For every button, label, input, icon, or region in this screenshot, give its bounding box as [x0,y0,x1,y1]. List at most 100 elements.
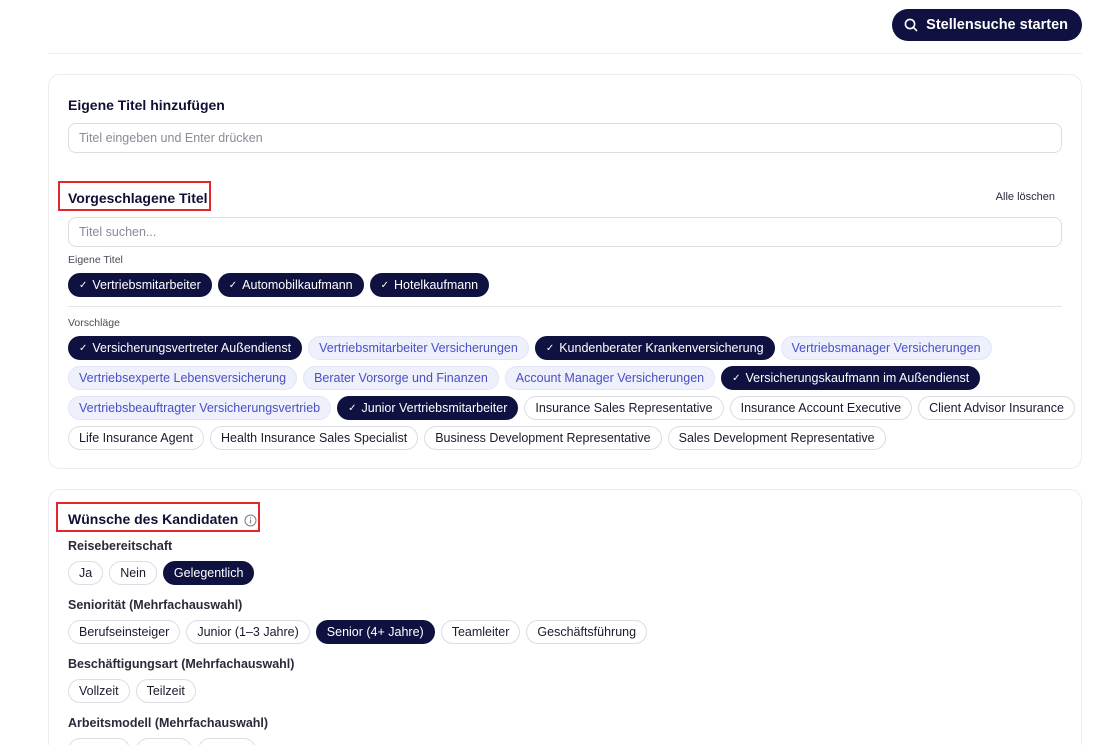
option-label: Vollzeit [79,684,119,698]
divider [68,306,1062,307]
suggestions-label: Vorschläge [68,317,120,329]
title-chip[interactable]: Account Manager Versicherungen [504,366,716,390]
title-chip[interactable]: Vertriebsbeauftragter Versicherungsvertr… [68,396,332,420]
check-icon: ✓ [380,279,390,291]
seniority-option[interactable]: Senior (4+ Jahre) [315,620,435,644]
work-model-options [68,738,256,745]
chip-label: Vertriebsmanager Versicherungen [791,341,981,355]
chip-label: Vertriebsbeauftragter Versicherungsvertr… [79,401,321,415]
option-label: Gelegentlich [173,566,244,580]
work-model-option[interactable] [136,738,192,745]
travel-options: Ja Nein Gelegentlich [68,561,255,585]
option-label: Junior (1–3 Jahre) [197,625,299,639]
chip-row: Life Insurance Agent Health Insurance Sal… [68,426,1075,450]
option-label: Berufseinsteiger [79,625,170,639]
info-icon[interactable] [244,514,257,527]
check-icon: ✓ [348,402,357,414]
check-icon: ✓ [228,279,238,291]
employment-option[interactable]: Teilzeit [135,679,196,703]
title-chip[interactable]: Berater Vorsorge und Finanzen [303,366,499,390]
seniority-label: Seniorität (Mehrfachauswahl) [68,598,243,612]
employment-option[interactable]: Vollzeit [68,679,130,703]
title-chip[interactable]: Sales Development Representative [667,426,886,450]
title-chip[interactable]: Insurance Account Executive [729,396,913,420]
check-icon: ✓ [732,372,741,384]
seniority-option[interactable]: Berufseinsteiger [68,620,181,644]
title-chip[interactable]: Insurance Sales Representative [524,396,724,420]
employment-options: Vollzeit Teilzeit [68,679,196,703]
option-label: Teamleiter [451,625,510,639]
chip-row: ✓ Versicherungsvertreter Außendienst Vertr… [68,336,1075,360]
own-titles-label: Eigene Titel [68,254,123,266]
candidate-heading-text: Wünsche des Kandidaten [68,511,239,527]
chip-label: Business Development Representative [435,431,651,445]
chip-label: Vertriebsexperte Lebensversicherung [79,371,287,385]
chip-label: Versicherungsvertreter Außendienst [92,341,292,355]
travel-option[interactable]: Nein [109,561,157,585]
candidate-preferences-card: Wünsche des Kandidaten Reisebereitschaft… [48,489,1082,745]
clear-all-link[interactable]: Alle löschen [996,191,1055,203]
seniority-option[interactable]: Teamleiter [440,620,521,644]
employment-label: Beschäftigungsart (Mehrfachauswahl) [68,657,295,671]
chip-label: Junior Vertriebsmitarbeiter [361,401,508,415]
option-label: Senior (4+ Jahre) [326,625,424,639]
travel-option[interactable]: Ja [68,561,104,585]
title-chip[interactable]: ✓ Versicherungsvertreter Außendienst [68,336,303,360]
check-icon: ✓ [79,342,88,354]
title-chip[interactable]: Business Development Representative [424,426,662,450]
option-label: Nein [120,566,146,580]
option-label: Ja [79,566,93,580]
chip-label: Health Insurance Sales Specialist [220,431,408,445]
title-chip[interactable]: ✓ Junior Vertriebsmitarbeiter [337,396,519,420]
suggested-titles-heading: Vorgeschlagene Titel [68,190,208,206]
title-chip[interactable]: Health Insurance Sales Specialist [209,426,419,450]
chip-label: Versicherungskaufmann im Außendienst [745,371,970,385]
chip-row: Vertriebsbeauftragter Versicherungsvertr… [68,396,1075,420]
chip-label: Berater Vorsorge und Finanzen [314,371,488,385]
chip-label: Sales Development Representative [678,431,875,445]
option-label: Geschäftsführung [537,625,637,639]
chip-label: Automobilkaufmann [242,278,353,292]
work-model-option[interactable] [198,738,256,745]
travel-option[interactable]: Gelegentlich [162,561,255,585]
seniority-option[interactable]: Junior (1–3 Jahre) [186,620,310,644]
check-icon: ✓ [545,342,555,354]
title-chip[interactable]: Vertriebsexperte Lebensversicherung [68,366,298,390]
candidate-preferences-heading: Wünsche des Kandidaten [68,511,257,527]
chip-label: Vertriebsmitarbeiter [92,278,201,292]
chip-row: Vertriebsexperte Lebensversicherung Berat… [68,366,1075,390]
chip-label: Account Manager Versicherungen [515,371,705,385]
seniority-options: Berufseinsteiger Junior (1–3 Jahre) Senior… [68,620,648,644]
chip-label: Insurance Sales Representative [535,401,713,415]
chip-label: Hotelkaufmann [394,278,479,292]
chip-label: Vertriebsmitarbeiter Versicherungen [319,341,518,355]
own-titles-chips: ✓ Vertriebsmitarbeiter ✓ Automobilkaufmann ✓… [68,273,490,297]
title-chip[interactable]: Vertriebsmitarbeiter Versicherungen [308,336,529,360]
check-icon: ✓ [79,279,88,291]
start-job-search-button[interactable]: Stellensuche starten [892,9,1082,41]
title-chip[interactable]: ✓ Automobilkaufmann [217,273,364,297]
top-bar: Stellensuche starten [48,0,1082,54]
search-button-label: Stellensuche starten [926,17,1068,33]
seniority-option[interactable]: Geschäftsführung [526,620,648,644]
title-chip[interactable]: ✓ Kundenberater Krankenversicherung [534,336,775,360]
chip-label: Life Insurance Agent [79,431,193,445]
work-model-label: Arbeitsmodell (Mehrfachauswahl) [68,716,269,730]
titles-card: Eigene Titel hinzufügen Vorgeschlagene T… [48,74,1082,469]
custom-titles-heading: Eigene Titel hinzufügen [68,97,225,113]
suggestion-chips: ✓ Versicherungsvertreter Außendienst Vertr… [68,336,1075,456]
title-chip[interactable]: Vertriebsmanager Versicherungen [780,336,992,360]
search-icon [904,18,918,32]
travel-label: Reisebereitschaft [68,539,173,553]
chip-label: Kundenberater Krankenversicherung [559,341,764,355]
work-model-option[interactable] [68,738,130,745]
title-chip[interactable]: Life Insurance Agent [68,426,204,450]
title-chip[interactable]: ✓ Hotelkaufmann [369,273,490,297]
title-search-input[interactable] [68,217,1062,247]
title-chip[interactable]: ✓ Vertriebsmitarbeiter [68,273,212,297]
chip-label: Insurance Account Executive [740,401,902,415]
chip-label: Client Advisor Insurance [929,401,1064,415]
custom-title-input[interactable] [68,123,1062,153]
title-chip[interactable]: ✓ Versicherungskaufmann im Außendienst [721,366,981,390]
title-chip[interactable]: Client Advisor Insurance [918,396,1075,420]
